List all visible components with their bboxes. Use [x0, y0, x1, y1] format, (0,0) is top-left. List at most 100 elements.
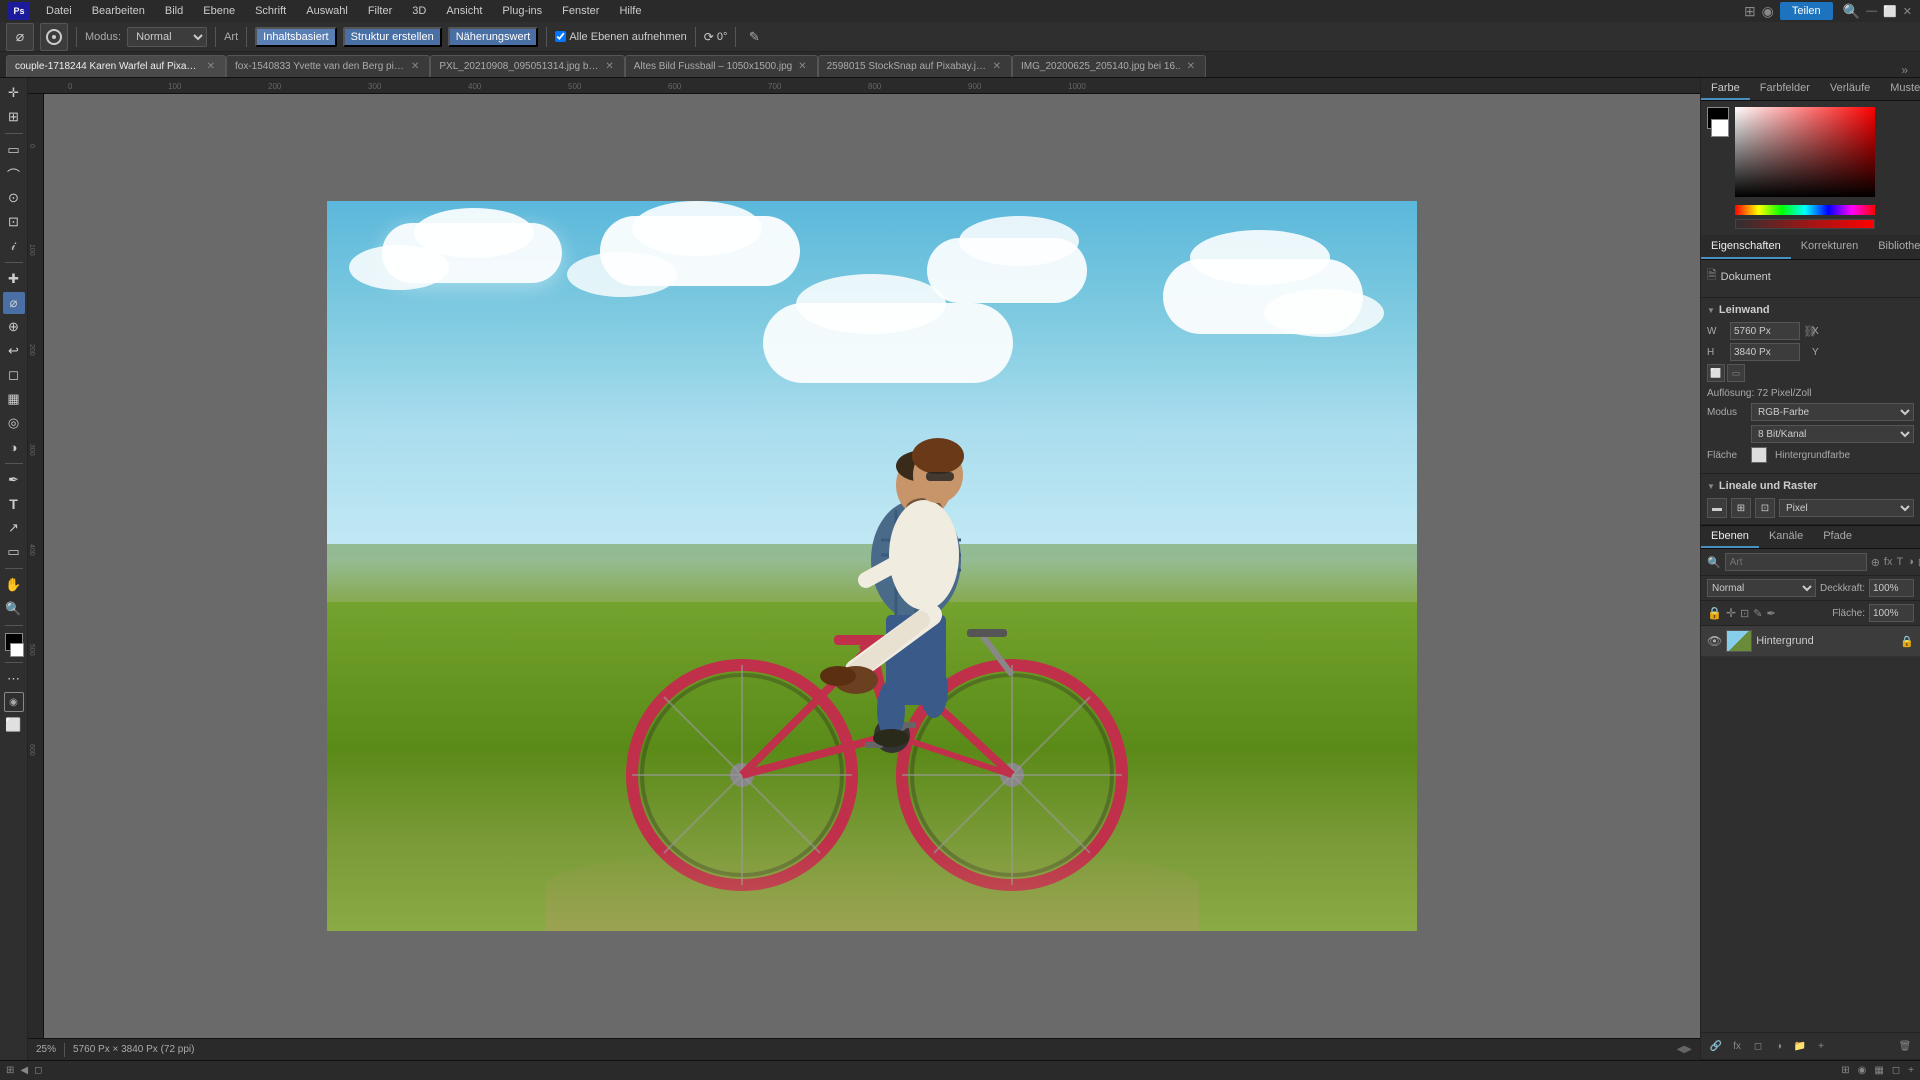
- layer-tool-link[interactable]: 🔗: [1707, 1037, 1725, 1055]
- bottom-icon-2[interactable]: ◉: [1858, 1065, 1867, 1076]
- quick-mask[interactable]: ◉: [4, 692, 24, 712]
- brush-icon-layer[interactable]: ✎: [1753, 607, 1762, 620]
- tab-3-close[interactable]: ✕: [796, 61, 808, 72]
- mode-select-props[interactable]: RGB-Farbe: [1751, 403, 1914, 421]
- bg-color-swatch[interactable]: [1711, 119, 1729, 137]
- clone-tool[interactable]: ⊕: [3, 316, 25, 338]
- bottom-btn-2[interactable]: ◻: [34, 1065, 42, 1076]
- bottom-icon-1[interactable]: ⊞: [1841, 1065, 1849, 1076]
- ruler-section-header[interactable]: ▼ Lineale und Raster: [1707, 480, 1914, 492]
- tab-0[interactable]: couple-1718244 Karen Warfel auf Pixabay.…: [6, 55, 226, 77]
- timeline-icon[interactable]: ⊞: [6, 1065, 14, 1076]
- clone-source-btn[interactable]: ✎: [744, 27, 764, 47]
- marquee-tool[interactable]: ▭: [3, 139, 25, 161]
- layer-tool-add[interactable]: +: [1812, 1037, 1830, 1055]
- history-tool[interactable]: ↩: [3, 340, 25, 362]
- layer-tool-fx[interactable]: fx: [1728, 1037, 1746, 1055]
- layers-icon-adj[interactable]: ◑: [1907, 553, 1914, 571]
- layers-tab-kanale[interactable]: Kanäle: [1759, 526, 1813, 548]
- tab-4[interactable]: 2598015 StockSnap auf Pixabay.jpg ✕: [818, 55, 1012, 77]
- artboard-tool[interactable]: ⊞: [3, 106, 25, 128]
- tab-1[interactable]: fox-1540833 Yvette van den Berg pixabay.…: [226, 55, 430, 77]
- struktur-btn[interactable]: Struktur erstellen: [343, 27, 442, 47]
- ruler-unit-select[interactable]: Pixel: [1779, 499, 1914, 517]
- ruler-icon-3[interactable]: ⊡: [1755, 498, 1775, 518]
- tab-2-close[interactable]: ✕: [603, 61, 615, 72]
- eraser-tool[interactable]: ◻: [3, 364, 25, 386]
- layer-vis-icon[interactable]: 👁: [1707, 634, 1722, 648]
- eyedropper-tool[interactable]: 𝒾: [3, 235, 25, 257]
- bottom-icon-3[interactable]: ▦: [1874, 1065, 1883, 1076]
- vector-icon[interactable]: ✒: [1766, 607, 1775, 620]
- layers-tab-pfade[interactable]: Pfade: [1813, 526, 1862, 548]
- lock-icon-1[interactable]: 🔒: [1707, 606, 1722, 620]
- fill-input[interactable]: [1869, 604, 1914, 622]
- menu-bearbeiten[interactable]: Bearbeiten: [84, 3, 153, 19]
- tab-1-close[interactable]: ✕: [409, 61, 421, 72]
- text-tool[interactable]: T: [3, 493, 25, 515]
- move-tool[interactable]: ✛: [3, 82, 25, 104]
- tool-icon-current[interactable]: ⌀: [6, 23, 34, 51]
- menu-bild[interactable]: Bild: [157, 3, 191, 19]
- bottom-icon-5[interactable]: +: [1908, 1065, 1914, 1076]
- tab-4-close[interactable]: ✕: [991, 61, 1003, 72]
- naherungswert-btn[interactable]: Näherungswert: [448, 27, 539, 47]
- blur-tool[interactable]: ◎: [3, 412, 25, 434]
- landscape-btn[interactable]: ▭: [1727, 364, 1745, 382]
- layer-tool-mask[interactable]: ◻: [1749, 1037, 1767, 1055]
- move-icon[interactable]: ✛: [1726, 606, 1736, 620]
- share-button[interactable]: Teilen: [1780, 2, 1833, 20]
- mode-select[interactable]: Normal: [127, 27, 207, 47]
- canvas-area[interactable]: [44, 94, 1700, 1038]
- tab-2[interactable]: PXL_20210908_095051314.jpg bei... ✕: [430, 55, 624, 77]
- layer-lock-icon[interactable]: 🔒: [1900, 635, 1914, 648]
- props-tab-bibliotheken[interactable]: Bibliotheken: [1868, 235, 1920, 259]
- menu-fenster[interactable]: Fenster: [554, 3, 607, 19]
- hand-tool[interactable]: ✋: [3, 574, 25, 596]
- canvas-section-header[interactable]: ▼ Leinwand: [1707, 304, 1914, 316]
- extra-tools[interactable]: ⋯: [3, 668, 25, 690]
- color-tab-farbfelder[interactable]: Farbfelder: [1750, 78, 1820, 100]
- pen-tool[interactable]: ✒: [3, 469, 25, 491]
- background-color[interactable]: [10, 643, 24, 657]
- tab-3[interactable]: Altes Bild Fussball – 1050x1500.jpg ✕: [625, 55, 818, 77]
- layer-item-hintergrund[interactable]: 👁 Hintergrund 🔒: [1701, 626, 1920, 657]
- inhaltsbasiert-btn[interactable]: Inhaltsbasiert: [255, 27, 336, 47]
- color-gradient[interactable]: [1735, 107, 1875, 197]
- tab-0-close[interactable]: ✕: [205, 61, 217, 72]
- menu-ebene[interactable]: Ebene: [195, 3, 243, 19]
- layer-tool-delete[interactable]: 🗑: [1896, 1037, 1914, 1055]
- brush-size-indicator[interactable]: [40, 23, 68, 51]
- portrait-btn[interactable]: ⬜: [1707, 364, 1725, 382]
- layers-icon-add[interactable]: ⊕: [1871, 553, 1880, 571]
- layers-icon-mask[interactable]: T: [1896, 553, 1903, 571]
- menu-schrift[interactable]: Schrift: [247, 3, 294, 19]
- canvas-h-input[interactable]: [1730, 343, 1800, 361]
- healing-tool[interactable]: ✚: [3, 268, 25, 290]
- zoom-tool[interactable]: 🔍: [3, 598, 25, 620]
- lasso-tool[interactable]: ⌒: [3, 163, 25, 185]
- path-select-tool[interactable]: ↗: [3, 517, 25, 539]
- menu-plugins[interactable]: Plug-ins: [494, 3, 550, 19]
- gradient-tool[interactable]: ▦: [3, 388, 25, 410]
- transform-icon[interactable]: ⊡: [1740, 607, 1749, 620]
- layer-tool-group[interactable]: 📁: [1791, 1037, 1809, 1055]
- alle-ebenen-checkbox[interactable]: Alle Ebenen aufnehmen: [555, 31, 686, 43]
- layers-search-input[interactable]: [1725, 553, 1867, 571]
- tab-5[interactable]: IMG_20200625_205140.jpg bei 16.. ✕: [1012, 55, 1206, 77]
- opacity-input[interactable]: [1869, 579, 1914, 597]
- menu-filter[interactable]: Filter: [360, 3, 400, 19]
- menu-3d[interactable]: 3D: [404, 3, 434, 19]
- menu-auswahl[interactable]: Auswahl: [298, 3, 356, 19]
- tabs-overflow-btn[interactable]: »: [1895, 63, 1914, 77]
- menu-hilfe[interactable]: Hilfe: [611, 3, 649, 19]
- workspace-icon[interactable]: ⊞ ◉ Teilen 🔍 — ⬜ ✕: [1744, 2, 1912, 20]
- shape-tool[interactable]: ▭: [3, 541, 25, 563]
- hue-slider[interactable]: [1735, 205, 1875, 215]
- ruler-icon-2[interactable]: ⊞: [1731, 498, 1751, 518]
- color-tab-verlaufe[interactable]: Verläufe: [1820, 78, 1880, 100]
- menu-datei[interactable]: Datei: [38, 3, 80, 19]
- layer-tool-adj[interactable]: ◑: [1770, 1037, 1788, 1055]
- fill-swatch[interactable]: [1751, 447, 1767, 463]
- chain-icon[interactable]: ⛓: [1803, 325, 1809, 338]
